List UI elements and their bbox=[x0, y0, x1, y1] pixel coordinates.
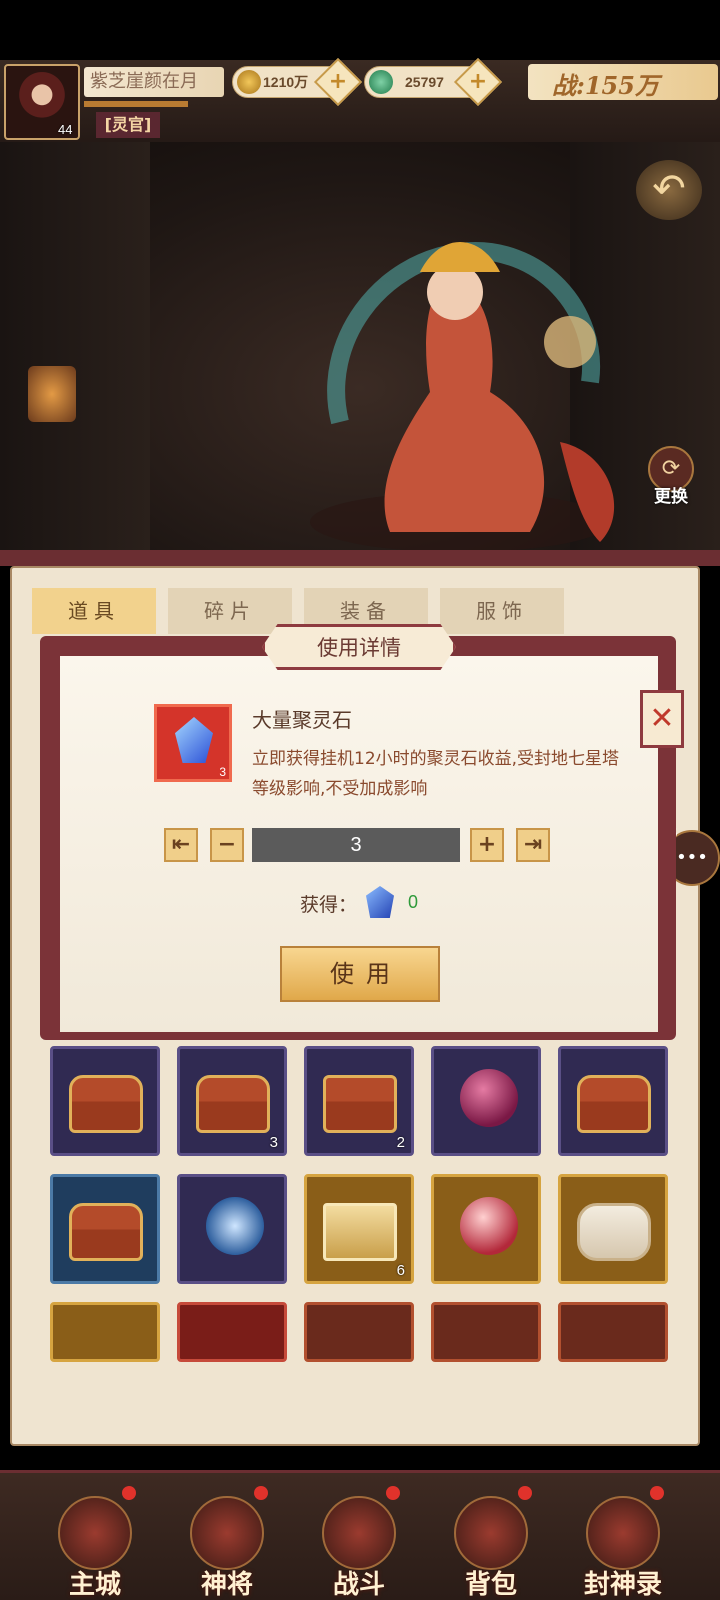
quantity-increase-button[interactable]: + bbox=[470, 828, 504, 862]
item-count: 2 bbox=[396, 1134, 405, 1151]
exp-bar bbox=[84, 101, 188, 107]
close-dialog-button[interactable]: ✕ bbox=[640, 690, 684, 748]
hero-scene bbox=[0, 142, 720, 552]
swap-label: 更换 bbox=[654, 487, 688, 507]
nav-backpack[interactable]: 背包 bbox=[436, 1482, 546, 1600]
jade-resource: 25797 + bbox=[364, 57, 503, 107]
item-icon: 3 bbox=[154, 704, 232, 782]
bag-item-partial[interactable] bbox=[431, 1302, 541, 1362]
bag-item-chest[interactable] bbox=[50, 1046, 160, 1156]
gain-value: 0 bbox=[408, 892, 419, 912]
deity-icon bbox=[586, 1496, 660, 1570]
combat-power-value: 战:155万 bbox=[552, 71, 659, 100]
nav-label: 背包 bbox=[464, 1570, 517, 1600]
player-title-tag: [灵官] bbox=[96, 112, 160, 138]
nav-generals[interactable]: 神将 bbox=[172, 1482, 282, 1600]
jade-value: 25797 bbox=[405, 74, 444, 90]
close-icon: ✕ bbox=[649, 701, 675, 736]
player-name: 紫芝崖颜在月 bbox=[84, 67, 224, 97]
nav-label: 神将 bbox=[200, 1570, 253, 1600]
general-icon bbox=[190, 1496, 264, 1570]
palace-icon bbox=[58, 1496, 132, 1570]
bag-item-orb[interactable] bbox=[431, 1046, 541, 1156]
quantity-max-button[interactable]: ⇥ bbox=[516, 828, 550, 862]
swirl-orb-icon bbox=[206, 1197, 264, 1255]
plus-icon: + bbox=[328, 69, 348, 94]
use-button[interactable]: 使用 bbox=[280, 946, 440, 1002]
bag-item-chest[interactable] bbox=[50, 1174, 160, 1284]
plus-icon: + bbox=[477, 832, 497, 857]
jade-coin-icon bbox=[369, 70, 393, 94]
backpack-icon bbox=[454, 1496, 528, 1570]
nav-label: 战斗 bbox=[332, 1570, 385, 1600]
nav-main-city[interactable]: 主城 bbox=[40, 1482, 150, 1600]
item-count: 3 bbox=[269, 1134, 278, 1151]
quantity-decrease-button[interactable]: − bbox=[210, 828, 244, 862]
spirit-stone-icon bbox=[175, 717, 213, 763]
notification-dot bbox=[518, 1486, 532, 1500]
gold-bar-icon bbox=[323, 1203, 397, 1261]
notification-dot bbox=[122, 1486, 136, 1500]
chat-bubble-icon: ••• bbox=[676, 847, 708, 868]
minus-icon: − bbox=[217, 832, 237, 857]
bag-item-chest[interactable] bbox=[558, 1046, 668, 1156]
bag-item-scroll[interactable] bbox=[558, 1174, 668, 1284]
bag-item-gold-bar[interactable]: 6 bbox=[304, 1174, 414, 1284]
crossed-swords-icon bbox=[322, 1496, 396, 1570]
plus-icon: + bbox=[468, 69, 488, 94]
notification-dot bbox=[650, 1486, 664, 1500]
chest-icon bbox=[577, 1075, 651, 1133]
skip-to-start-icon: ⇤ bbox=[171, 832, 191, 857]
combat-power: 战:155万 bbox=[528, 64, 718, 100]
item-icon-count: 3 bbox=[219, 765, 226, 779]
chest-icon bbox=[69, 1075, 143, 1133]
refresh-icon: ⟳ bbox=[661, 456, 681, 481]
tab-items[interactable]: 道具 bbox=[32, 588, 156, 634]
lantern bbox=[28, 366, 76, 422]
nav-battle[interactable]: 战斗 bbox=[304, 1482, 414, 1600]
item-name: 大量聚灵石 bbox=[252, 708, 352, 732]
nav-label: 封神录 bbox=[583, 1570, 662, 1600]
nav-label: 主城 bbox=[68, 1570, 121, 1600]
bag-item-partial[interactable] bbox=[558, 1302, 668, 1362]
bag-item-chest[interactable]: 3 bbox=[177, 1046, 287, 1156]
bag-item-swirl-orb[interactable] bbox=[177, 1174, 287, 1284]
bag-item-partial[interactable] bbox=[304, 1302, 414, 1362]
status-bar bbox=[0, 0, 720, 60]
quantity-field[interactable]: 3 bbox=[252, 828, 460, 862]
tab-costumes[interactable]: 服饰 bbox=[440, 588, 564, 634]
scroll-icon bbox=[577, 1203, 651, 1261]
treasure-box-icon bbox=[323, 1075, 397, 1133]
gold-value: 1210万 bbox=[263, 74, 309, 90]
orb-icon bbox=[460, 1069, 518, 1127]
gain-label: 获得： bbox=[300, 894, 358, 916]
back-arrow-icon: ↶ bbox=[652, 166, 686, 212]
bag-item-crystal-ball[interactable] bbox=[431, 1174, 541, 1284]
bag-top-trim bbox=[0, 550, 720, 566]
item-count: 6 bbox=[396, 1262, 405, 1279]
hero-figure bbox=[310, 242, 615, 552]
bag-item-partial[interactable] bbox=[50, 1302, 160, 1362]
nav-deity-list[interactable]: 封神录 bbox=[568, 1482, 678, 1600]
notification-dot bbox=[254, 1486, 268, 1500]
bag-item-partial[interactable] bbox=[177, 1302, 287, 1362]
back-button[interactable]: ↶ bbox=[636, 160, 702, 220]
chest-icon bbox=[196, 1075, 270, 1133]
quantity-min-button[interactable]: ⇤ bbox=[164, 828, 198, 862]
left-curtain bbox=[0, 142, 150, 552]
bag-item-treasure-box[interactable]: 2 bbox=[304, 1046, 414, 1156]
gold-resource: 1210万 + bbox=[232, 57, 363, 107]
crystal-ball-icon bbox=[460, 1197, 518, 1255]
player-level: 44 bbox=[58, 122, 73, 137]
notification-dot bbox=[386, 1486, 400, 1500]
item-description: 立即获得挂机12小时的聚灵石收益,受封地七星塔等级影响,不受加成影响 bbox=[252, 749, 620, 799]
chest-icon bbox=[69, 1203, 143, 1261]
skip-to-end-icon: ⇥ bbox=[523, 832, 543, 857]
dialog-title: 使用详情 bbox=[317, 636, 401, 660]
gold-coin-icon bbox=[237, 70, 261, 94]
